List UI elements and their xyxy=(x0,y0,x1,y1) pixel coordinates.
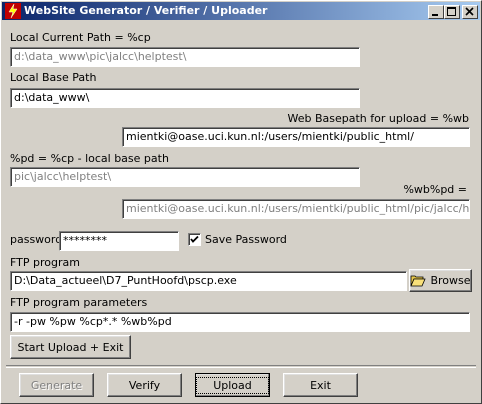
local-base-path-field[interactable]: d:\data_www\ xyxy=(10,88,360,108)
exit-button[interactable]: Exit xyxy=(283,373,358,397)
ftp-program-field[interactable]: D:\Data_actueel\D7_PuntHoofd\pscp.exe xyxy=(10,271,407,291)
ftp-program-label: FTP program xyxy=(10,256,80,269)
open-folder-icon xyxy=(410,275,427,287)
generate-label: Generate xyxy=(30,378,83,392)
title-bar: WebSite Generator / Verifier / Uploader xyxy=(2,2,480,20)
verify-button[interactable]: Verify xyxy=(107,373,182,397)
pd-label: %pd = %cp - local base path xyxy=(10,152,169,165)
password-label: password xyxy=(10,233,63,246)
maximize-button[interactable] xyxy=(444,5,460,19)
web-basepath-field[interactable]: mientki@oase.uci.kun.nl:/users/mientki/p… xyxy=(122,127,470,147)
start-upload-exit-button[interactable]: Start Upload + Exit xyxy=(10,335,131,359)
start-upload-exit-label: Start Upload + Exit xyxy=(17,340,124,354)
minimize-icon xyxy=(432,14,438,16)
ftp-params-label: FTP program parameters xyxy=(10,296,148,309)
password-field[interactable]: ******** xyxy=(59,231,179,251)
save-password-label: Save Password xyxy=(205,233,287,246)
local-current-path-field[interactable]: d:\data_www\pic\jalcc\helptest\ xyxy=(10,47,360,67)
close-icon xyxy=(465,7,474,16)
generate-button[interactable]: Generate xyxy=(19,373,94,397)
window-title: WebSite Generator / Verifier / Uploader xyxy=(24,4,268,17)
upload-label: Upload xyxy=(196,376,269,394)
wbpd-field[interactable]: mientki@oase.uci.kun.nl:/users/mientki/p… xyxy=(122,199,470,219)
divider xyxy=(6,365,476,368)
pd-field[interactable]: pic\jalcc\helptest\ xyxy=(10,167,360,187)
upload-button[interactable]: Upload xyxy=(195,373,270,397)
flash-app-icon xyxy=(5,3,21,19)
exit-label: Exit xyxy=(310,378,331,392)
browse-label: Browse xyxy=(430,274,471,287)
main-window: WebSite Generator / Verifier / Uploader … xyxy=(0,0,482,404)
local-base-path-label: Local Base Path xyxy=(10,71,97,84)
web-basepath-label: Web Basepath for upload = %wb xyxy=(287,112,470,125)
checkmark-icon xyxy=(190,235,199,243)
browse-button[interactable]: Browse xyxy=(409,269,472,292)
verify-label: Verify xyxy=(128,378,161,392)
wbpd-label: %wb%pd = xyxy=(403,183,467,196)
minimize-button[interactable] xyxy=(428,5,444,19)
maximize-icon xyxy=(447,7,456,16)
ftp-params-field[interactable]: -r -pw %pw %cp*.* %wb%pd xyxy=(10,312,470,332)
save-password-checkbox[interactable] xyxy=(188,233,201,246)
close-button[interactable] xyxy=(462,5,478,19)
local-current-path-label: Local Current Path = %cp xyxy=(10,31,151,44)
